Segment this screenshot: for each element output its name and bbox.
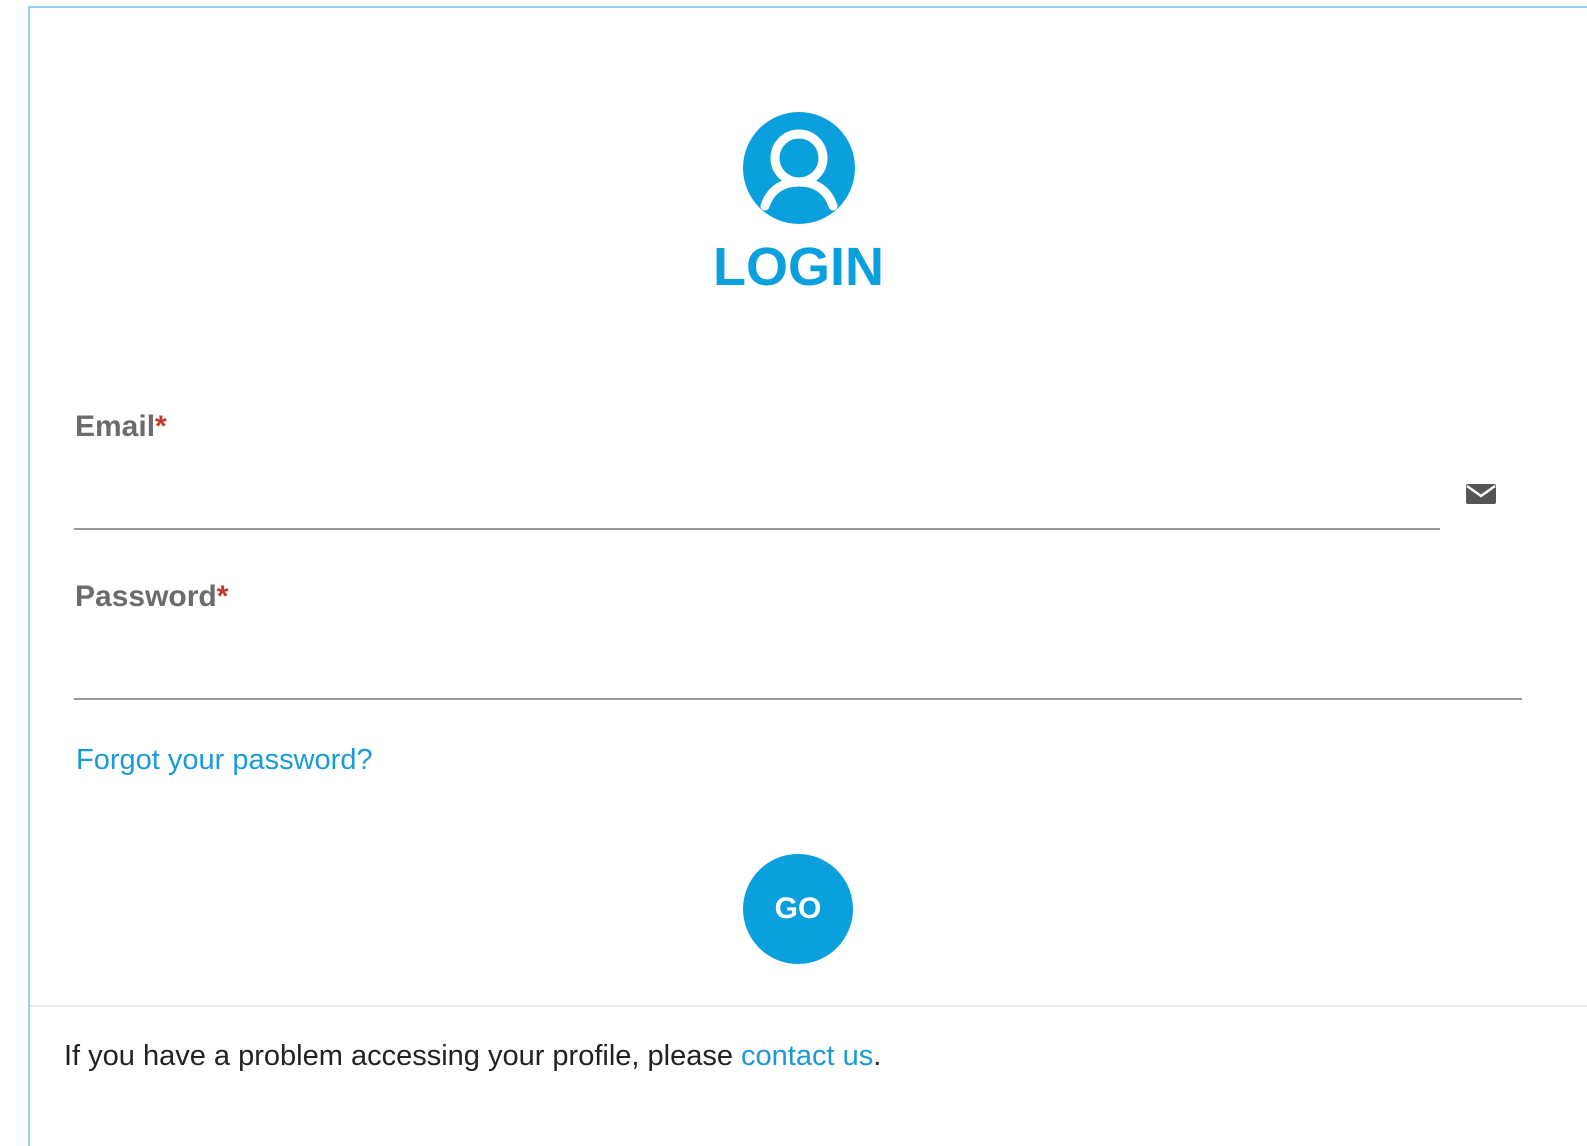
envelope-icon [1466, 484, 1496, 504]
forgot-password-link[interactable]: Forgot your password? [76, 744, 373, 777]
footer-suffix: . [873, 1040, 882, 1072]
email-label-text: Email [75, 410, 156, 443]
footer-text: If you have a problem accessing your pro… [64, 1040, 742, 1072]
user-avatar-icon [743, 112, 855, 224]
divider [30, 1005, 1587, 1007]
page-title: LOGIN [713, 237, 884, 297]
contact-us-link[interactable]: contact us [741, 1040, 873, 1072]
password-required-mark: * [216, 580, 229, 613]
password-label: Password* [75, 580, 228, 614]
password-label-text: Password [75, 580, 217, 613]
email-input[interactable] [74, 470, 1440, 530]
footer-help-text: If you have a problem accessing your pro… [64, 1040, 881, 1073]
go-button[interactable]: GO [743, 854, 853, 964]
email-required-mark: * [155, 410, 167, 443]
password-input[interactable] [74, 640, 1522, 700]
email-label: Email* [75, 410, 167, 444]
